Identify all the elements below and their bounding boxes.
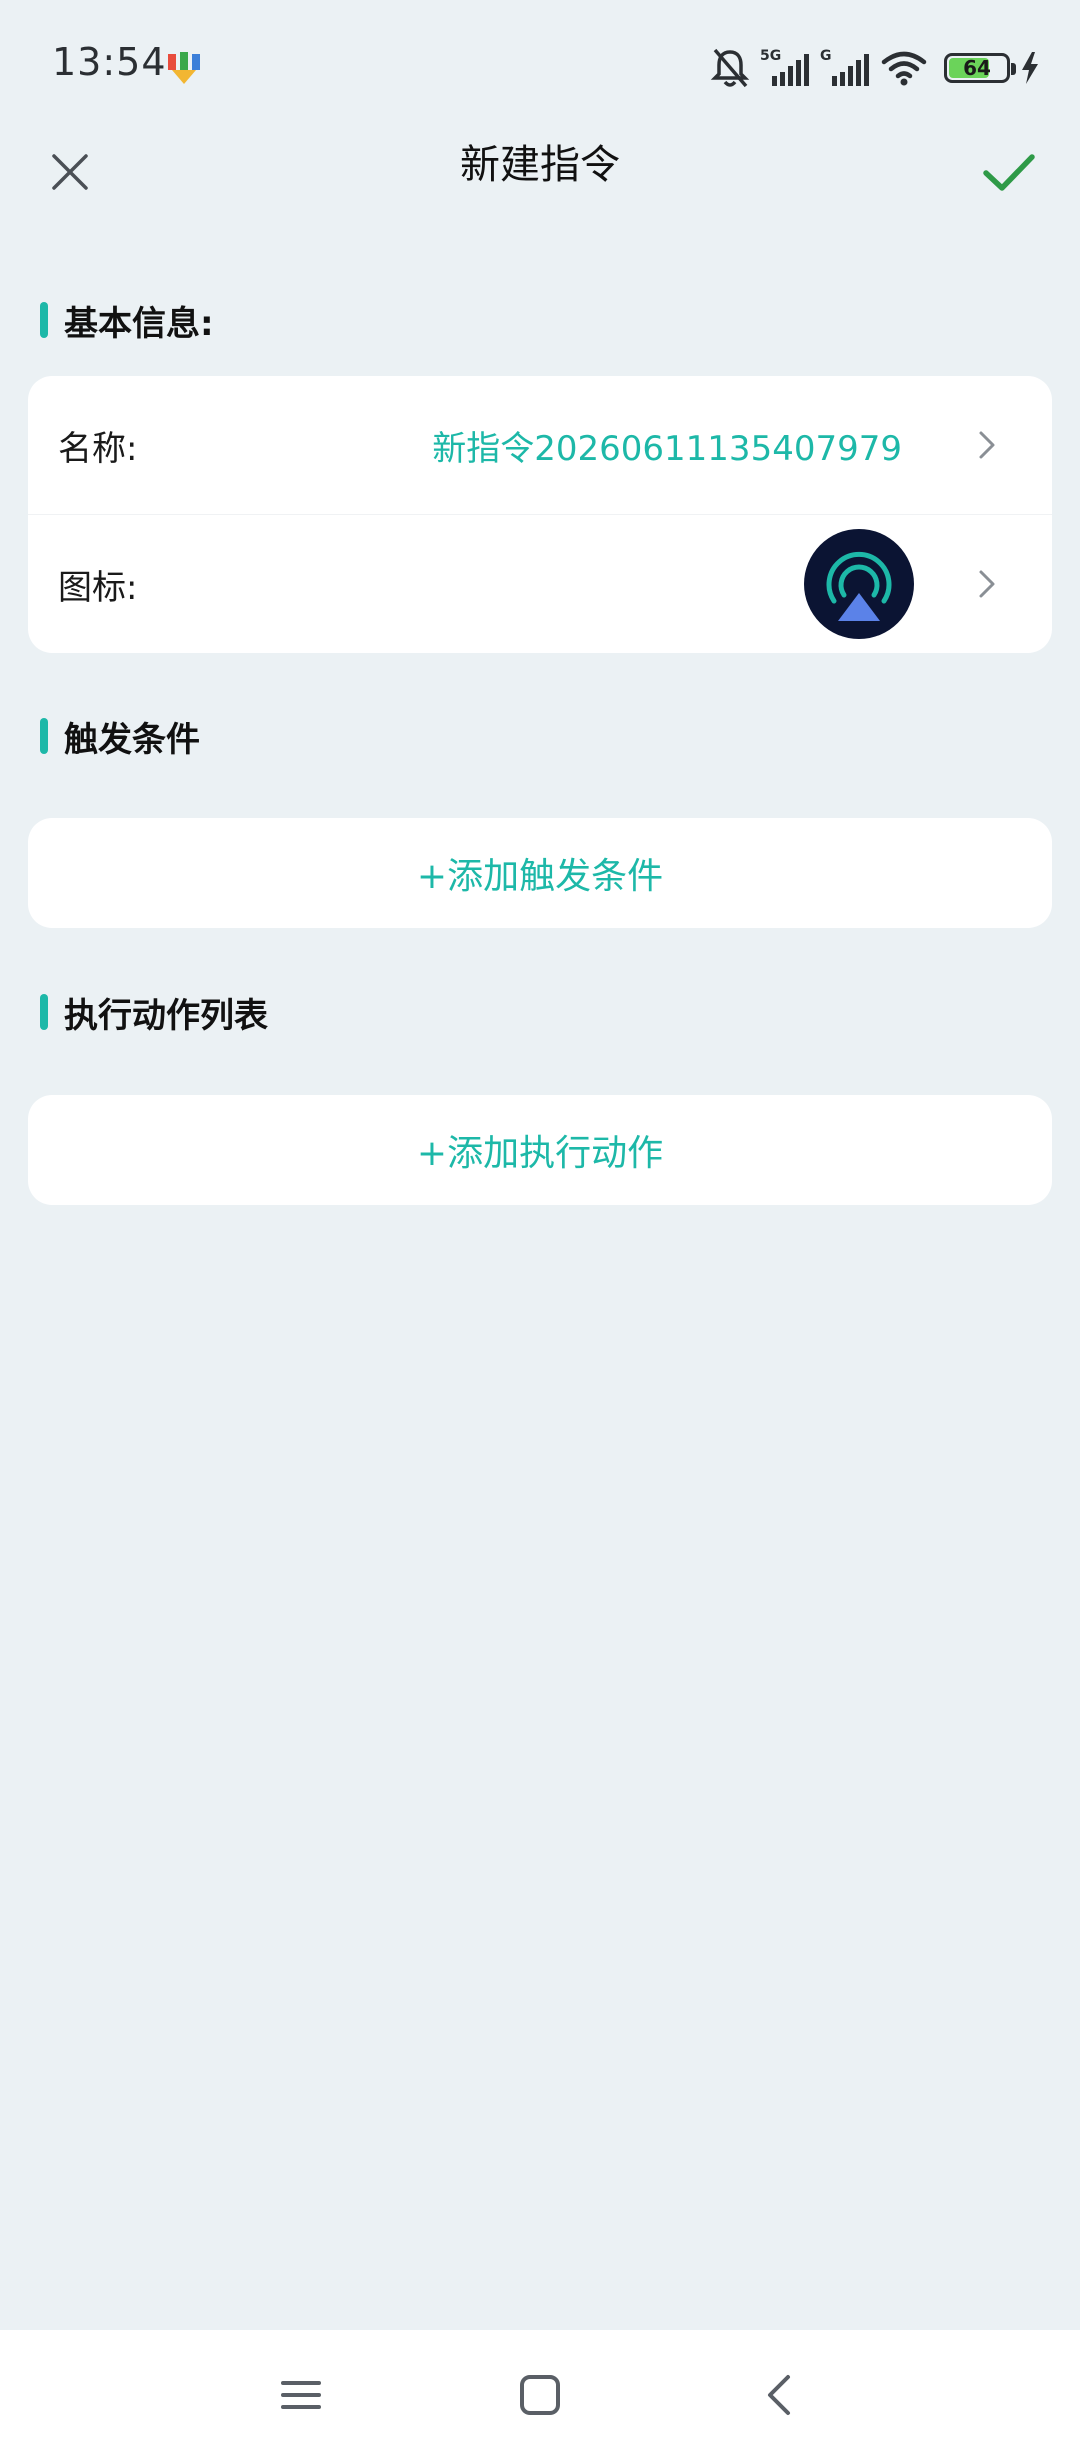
battery-level: 64 bbox=[963, 56, 991, 80]
chevron-right-icon bbox=[972, 564, 1002, 604]
check-icon bbox=[983, 154, 1035, 191]
signal-icon: G bbox=[820, 48, 869, 86]
network-label-5g: 5G bbox=[760, 48, 781, 64]
menu-button[interactable] bbox=[266, 2360, 336, 2430]
page-title: 新建指令 bbox=[460, 142, 620, 188]
section-marker bbox=[40, 994, 48, 1030]
section-marker bbox=[40, 302, 48, 338]
back-icon bbox=[768, 2375, 790, 2415]
section-title: 触发条件 bbox=[64, 719, 200, 760]
icon-label: 图标: bbox=[58, 567, 138, 608]
battery-icon: 64 bbox=[944, 53, 1016, 83]
section-trigger: 触发条件 bbox=[40, 712, 200, 760]
signal-icon: 5G bbox=[760, 48, 809, 86]
network-label-g: G bbox=[820, 48, 832, 64]
name-value: 新指令20260611135407979 bbox=[432, 428, 902, 469]
status-bar: 13:54 5G G 64 bbox=[0, 0, 1080, 130]
section-basic-info: 基本信息: bbox=[40, 296, 214, 344]
app-download-icon bbox=[168, 52, 200, 84]
icon-row[interactable]: 图标: bbox=[28, 514, 1052, 653]
mute-bell-icon bbox=[710, 48, 750, 88]
chevron-right-icon bbox=[972, 425, 1002, 465]
confirm-button[interactable] bbox=[974, 138, 1044, 208]
add-trigger-button[interactable]: +添加触发条件 bbox=[28, 818, 1052, 928]
home-icon bbox=[520, 2375, 560, 2415]
broadcast-radar-icon bbox=[804, 529, 914, 639]
basic-info-card: 名称: 新指令20260611135407979 图标: bbox=[28, 376, 1052, 653]
add-action-label: +添加执行动作 bbox=[416, 1133, 664, 1174]
home-button[interactable] bbox=[505, 2360, 575, 2430]
section-marker bbox=[40, 718, 48, 754]
status-icons: 5G G 64 bbox=[710, 44, 1040, 92]
back-button[interactable] bbox=[744, 2360, 814, 2430]
name-row[interactable]: 名称: 新指令20260611135407979 bbox=[28, 376, 1052, 514]
section-title: 基本信息: bbox=[64, 303, 214, 344]
section-actions: 执行动作列表 bbox=[40, 988, 268, 1036]
section-title: 执行动作列表 bbox=[64, 995, 268, 1036]
add-trigger-label: +添加触发条件 bbox=[416, 856, 664, 897]
top-bar: 新建指令 bbox=[0, 120, 1080, 220]
menu-icon bbox=[281, 2381, 321, 2409]
status-time: 13:54 bbox=[52, 40, 167, 84]
add-action-button[interactable]: +添加执行动作 bbox=[28, 1095, 1052, 1205]
wifi-icon bbox=[881, 51, 927, 86]
charging-icon bbox=[1022, 52, 1038, 84]
name-label: 名称: bbox=[58, 428, 138, 469]
navigation-bar bbox=[0, 2330, 1080, 2460]
